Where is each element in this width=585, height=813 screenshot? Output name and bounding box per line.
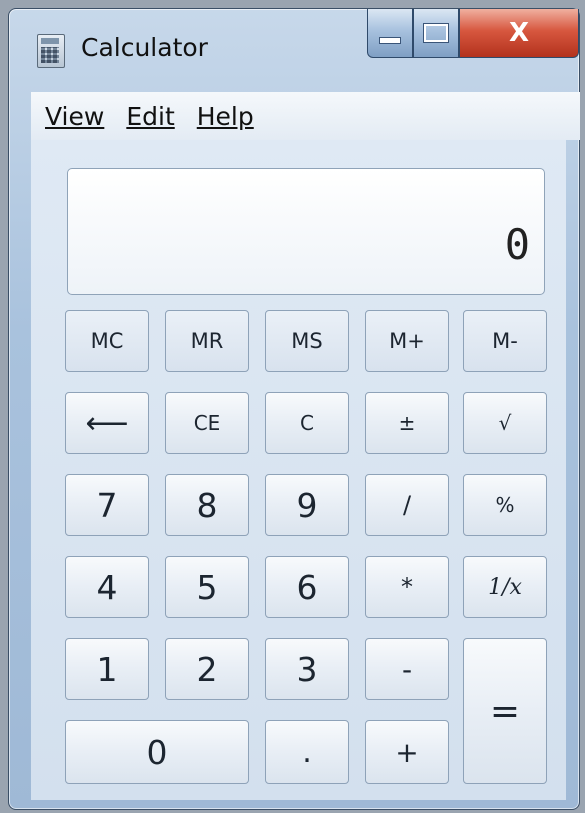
calculator-body: 0 MC MR MS M+ M- ⟵ CE C ± √ 7 8 9 / % 4 …	[31, 140, 566, 800]
mr-button[interactable]: MR	[165, 310, 249, 372]
equals-button[interactable]: =	[463, 638, 547, 784]
decimal-button[interactable]: .	[265, 720, 349, 784]
title-bar[interactable]: Calculator X	[9, 9, 579, 85]
menu-bar: View Edit Help	[31, 92, 580, 140]
digit-1-button[interactable]: 1	[65, 638, 149, 700]
digit-2-button[interactable]: 2	[165, 638, 249, 700]
display-value: 0	[504, 220, 530, 269]
maximize-icon	[424, 24, 448, 42]
window-title: Calculator	[81, 33, 208, 62]
digit-6-button[interactable]: 6	[265, 556, 349, 618]
divide-button[interactable]: /	[365, 474, 449, 536]
digit-7-button[interactable]: 7	[65, 474, 149, 536]
menu-view[interactable]: View	[45, 102, 104, 131]
calculator-icon	[37, 34, 65, 68]
window-controls: X	[367, 9, 579, 59]
calculator-window: Calculator X View Edit Help 0 MC MR MS M…	[8, 8, 580, 810]
backspace-button[interactable]: ⟵	[65, 392, 149, 454]
digit-8-button[interactable]: 8	[165, 474, 249, 536]
digit-5-button[interactable]: 5	[165, 556, 249, 618]
percent-button[interactable]: %	[463, 474, 547, 536]
minimize-button[interactable]	[367, 9, 413, 58]
m-plus-button[interactable]: M+	[365, 310, 449, 372]
digit-9-button[interactable]: 9	[265, 474, 349, 536]
mc-button[interactable]: MC	[65, 310, 149, 372]
ms-button[interactable]: MS	[265, 310, 349, 372]
close-icon: X	[508, 18, 530, 48]
clear-entry-button[interactable]: CE	[165, 392, 249, 454]
reciprocal-button[interactable]: 1/x	[463, 556, 547, 618]
maximize-button[interactable]	[413, 9, 459, 58]
minimize-icon	[379, 36, 401, 44]
menu-help[interactable]: Help	[197, 102, 254, 131]
digit-3-button[interactable]: 3	[265, 638, 349, 700]
digit-4-button[interactable]: 4	[65, 556, 149, 618]
multiply-button[interactable]: *	[365, 556, 449, 618]
clear-button[interactable]: C	[265, 392, 349, 454]
menu-edit[interactable]: Edit	[126, 102, 174, 131]
add-button[interactable]: +	[365, 720, 449, 784]
digit-0-button[interactable]: 0	[65, 720, 249, 784]
m-minus-button[interactable]: M-	[463, 310, 547, 372]
close-button[interactable]: X	[459, 9, 579, 58]
subtract-button[interactable]: -	[365, 638, 449, 700]
square-root-button[interactable]: √	[463, 392, 547, 454]
display: 0	[67, 168, 545, 295]
plus-minus-button[interactable]: ±	[365, 392, 449, 454]
